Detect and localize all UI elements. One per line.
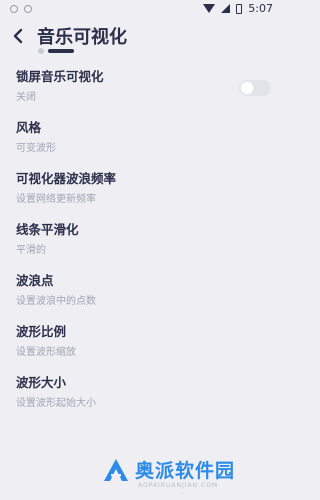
wifi-icon: [203, 4, 216, 13]
setting-wave-points[interactable]: 波浪点 设置波浪中的点数: [0, 270, 281, 321]
status-time: 5:07: [248, 2, 273, 15]
cellular-signal-icon: [221, 4, 231, 13]
indicator-dot: [38, 48, 44, 54]
setting-label: 波形大小: [16, 375, 67, 390]
setting-label: 线条平滑化: [16, 222, 79, 237]
toggle-knob: [240, 81, 254, 95]
watermark-name: 奥派软件园: [135, 460, 236, 482]
setting-value: 设置波浪中的点数: [16, 296, 96, 307]
setting-value: 设置网络更新频率: [16, 194, 96, 205]
setting-value: 设置波形起始大小: [16, 398, 96, 409]
setting-value: 设置波形缩放: [16, 347, 76, 358]
notification-icons: [10, 5, 32, 13]
status-bar: 5:07: [0, 0, 281, 18]
lockscreen-visualizer-toggle[interactable]: [239, 80, 271, 96]
setting-waveform-size[interactable]: 波形大小 设置波形起始大小: [0, 372, 281, 423]
watermark-logo-icon: [104, 459, 128, 481]
setting-waveform-scale[interactable]: 波形比例 设置波形缩放: [0, 321, 281, 372]
settings-list: 锁屏音乐可视化 关闭 风格 可变波形 可视化器波浪频率 设置网络更新频率 线条平…: [0, 66, 281, 423]
setting-label: 锁屏音乐可视化: [16, 69, 104, 84]
page-title: 音乐可视化: [37, 27, 127, 48]
watermark-domain: AOPAIRUANJIAN.COM: [138, 482, 219, 489]
notification-dot-icon: [10, 5, 18, 13]
setting-label: 风格: [16, 120, 42, 135]
back-arrow-icon[interactable]: [10, 28, 26, 44]
setting-value: 平滑的: [16, 245, 46, 256]
app-header: 音乐可视化: [0, 18, 281, 54]
setting-style[interactable]: 风格 可变波形: [0, 117, 281, 168]
setting-label: 可视化器波浪频率: [16, 171, 117, 186]
title-indicator: [38, 48, 74, 54]
setting-label: 波浪点: [16, 273, 54, 288]
status-icons: 5:07: [203, 2, 273, 15]
setting-value: 关闭: [16, 92, 36, 103]
setting-value: 可变波形: [16, 143, 56, 154]
setting-wave-frequency[interactable]: 可视化器波浪频率 设置网络更新频率: [0, 168, 281, 219]
battery-icon: [236, 3, 243, 14]
watermark: 奥派软件园 AOPAIRUANJIAN.COM: [103, 456, 275, 496]
setting-line-smoothing[interactable]: 线条平滑化 平滑的: [0, 219, 281, 270]
notification-dot-icon: [24, 5, 32, 13]
indicator-bar: [48, 49, 74, 53]
setting-label: 波形比例: [16, 324, 67, 339]
